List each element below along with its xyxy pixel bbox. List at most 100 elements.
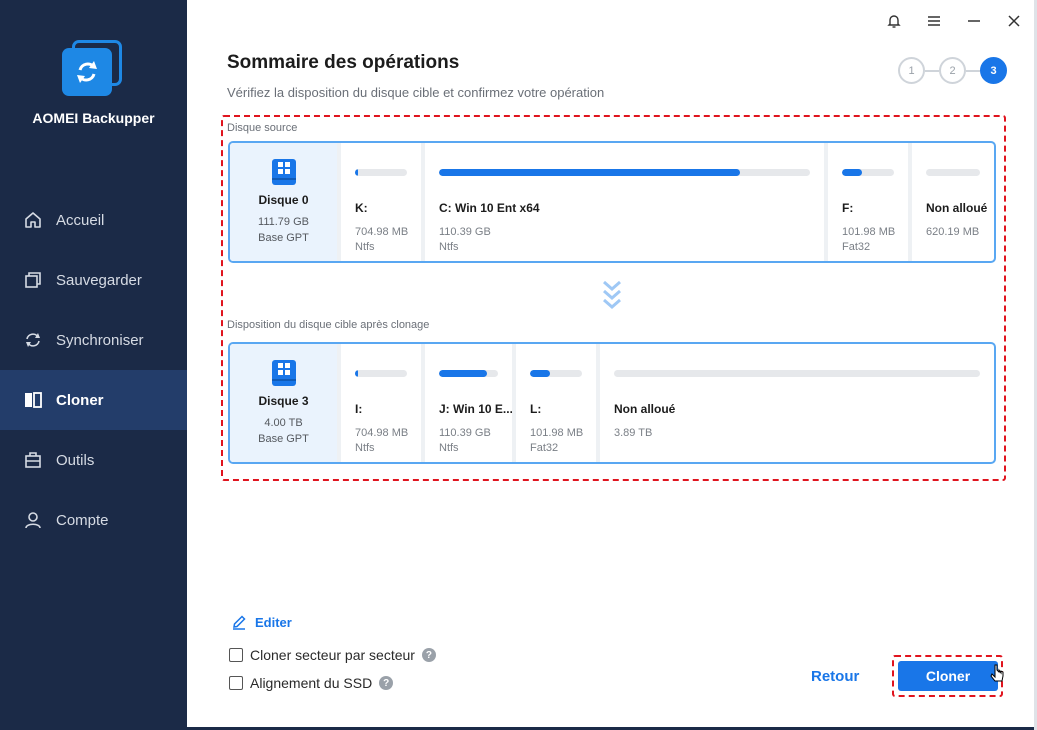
sector-label: Cloner secteur par secteur: [250, 647, 415, 663]
window-controls: [883, 10, 1025, 32]
partition-size: 101.98 MB: [842, 226, 896, 238]
partition-fs: Ntfs: [355, 442, 375, 454]
close-icon[interactable]: [1003, 10, 1025, 32]
usage-bar: [530, 370, 582, 377]
app-name: AOMEI Backupper: [32, 110, 155, 126]
partition[interactable]: L: 101.98 MB Fat32: [512, 344, 596, 462]
sidebar-item-label: Accueil: [56, 211, 105, 229]
ssd-checkbox-row: Alignement du SSD ?: [229, 675, 394, 691]
sidebar-item-label: Outils: [56, 451, 95, 469]
edit-button[interactable]: Editer: [231, 614, 292, 630]
partition-name: L:: [530, 402, 542, 416]
target-disk-row: Disque 3 4.00 TB Base GPT I: 704.98 MB N…: [228, 342, 996, 464]
partition-name: F:: [842, 201, 854, 215]
disk-name: Disque 3: [258, 394, 309, 408]
partition-name: C: Win 10 Ent x64: [439, 201, 540, 215]
partition-fs: Ntfs: [439, 241, 459, 253]
step-indicator: 1 2 3: [898, 57, 1007, 84]
partition-size: 110.39 GB: [439, 226, 491, 238]
back-button[interactable]: Retour: [811, 668, 859, 685]
sidebar-item-compte[interactable]: Compte: [0, 490, 187, 550]
disk-size: 111.79 GB: [258, 216, 309, 228]
bell-icon[interactable]: [883, 10, 905, 32]
partition-size: 101.98 MB: [530, 427, 584, 439]
partition[interactable]: Non alloué 620.19 MB: [908, 143, 994, 261]
disk-type: Base GPT: [258, 433, 309, 445]
partition-size: 110.39 GB: [439, 427, 491, 439]
account-icon: [22, 509, 44, 531]
disk-size: 4.00 TB: [264, 417, 303, 429]
usage-bar: [842, 169, 894, 176]
sidebar-item-label: Synchroniser: [56, 331, 144, 349]
sidebar-item-label: Cloner: [56, 391, 104, 409]
sync-logo-icon: [77, 61, 97, 83]
chevrons-down-icon: [603, 280, 621, 309]
partition-size: 704.98 MB: [355, 226, 409, 238]
target-disk-info[interactable]: Disque 3 4.00 TB Base GPT: [230, 344, 337, 462]
menu-icon[interactable]: [923, 10, 945, 32]
edit-label: Editer: [255, 614, 292, 630]
partition-name: Non alloué: [614, 402, 676, 416]
clone-button[interactable]: Cloner: [898, 661, 998, 691]
help-icon[interactable]: ?: [379, 676, 394, 690]
partition-name: Non alloué: [926, 201, 988, 215]
sidebar-item-cloner[interactable]: Cloner: [0, 370, 187, 430]
disk-type: Base GPT: [258, 232, 309, 244]
pencil-icon: [233, 615, 246, 630]
partition-size: 704.98 MB: [355, 427, 409, 439]
page-title: Sommaire des opérations: [227, 52, 460, 73]
ssd-label: Alignement du SSD: [250, 675, 373, 691]
disk-icon: [271, 159, 296, 185]
partition[interactable]: F: 101.98 MB Fat32: [824, 143, 908, 261]
partition-size: 3.89 TB: [614, 427, 653, 439]
source-disk-info[interactable]: Disque 0 111.79 GB Base GPT: [230, 143, 337, 261]
clone-highlight: Cloner: [892, 655, 1003, 697]
partition-size: 620.19 MB: [926, 226, 980, 238]
minimize-icon[interactable]: [963, 10, 985, 32]
tools-icon: [22, 449, 44, 471]
partition-name: K:: [355, 201, 368, 215]
cursor-icon: [990, 664, 1004, 682]
sync-icon: [22, 329, 44, 351]
partition[interactable]: Non alloué 3.89 TB: [596, 344, 994, 462]
disk-icon: [271, 360, 296, 386]
target-label: Disposition du disque cible après clonag…: [227, 319, 430, 331]
partition[interactable]: C: Win 10 Ent x64 110.39 GB Ntfs: [421, 143, 824, 261]
source-label: Disque source: [227, 122, 298, 134]
backup-icon: [22, 269, 44, 291]
usage-bar: [614, 370, 980, 377]
sidebar: AOMEI Backupper Accueil Sauvegarder Sync…: [0, 0, 187, 730]
partition[interactable]: J: Win 10 E... 110.39 GB Ntfs: [421, 344, 512, 462]
app-logo: [62, 40, 122, 96]
partition[interactable]: I: 704.98 MB Ntfs: [337, 344, 421, 462]
partition-name: I:: [355, 402, 363, 416]
usage-bar: [439, 169, 810, 176]
source-disk-row: Disque 0 111.79 GB Base GPT K: 704.98 MB…: [228, 141, 996, 263]
sidebar-item-sauvegarder[interactable]: Sauvegarder: [0, 250, 187, 310]
partition-fs: Ntfs: [355, 241, 375, 253]
home-icon: [22, 209, 44, 231]
partition-fs: Fat32: [842, 241, 871, 253]
ssd-checkbox[interactable]: [229, 676, 243, 690]
step-1: 1: [898, 57, 925, 84]
sidebar-item-label: Compte: [56, 511, 109, 529]
usage-bar: [355, 169, 407, 176]
partition-fs: Ntfs: [439, 442, 459, 454]
usage-bar: [439, 370, 498, 377]
sidebar-item-accueil[interactable]: Accueil: [0, 190, 187, 250]
page-subtitle: Vérifiez la disposition du disque cible …: [227, 85, 605, 100]
partition[interactable]: K: 704.98 MB Ntfs: [337, 143, 421, 261]
step-2: 2: [939, 57, 966, 84]
usage-bar: [926, 169, 980, 176]
help-icon[interactable]: ?: [421, 648, 436, 662]
sidebar-item-synchroniser[interactable]: Synchroniser: [0, 310, 187, 370]
sector-checkbox-row: Cloner secteur par secteur ?: [229, 647, 436, 663]
step-3: 3: [980, 57, 1007, 84]
usage-bar: [355, 370, 407, 377]
sector-checkbox[interactable]: [229, 648, 243, 662]
partition-name: J: Win 10 E...: [439, 402, 512, 416]
clone-icon: [22, 389, 44, 411]
sidebar-item-outils[interactable]: Outils: [0, 430, 187, 490]
disk-name: Disque 0: [258, 193, 309, 207]
sidebar-item-label: Sauvegarder: [56, 271, 142, 289]
